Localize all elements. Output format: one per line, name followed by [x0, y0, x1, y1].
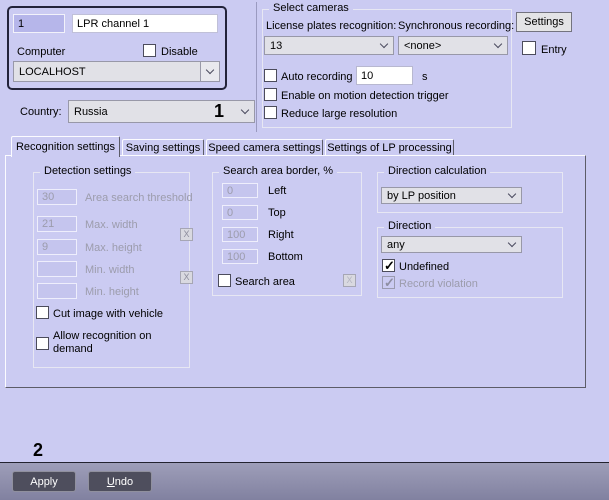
record-violation-label: Record violation — [399, 278, 478, 290]
combo-arrow-button[interactable] — [200, 62, 219, 81]
border-left-input — [222, 183, 258, 198]
allow-recognition-label: Allow recognition on demand — [53, 330, 152, 355]
area-search-threshold-input — [37, 189, 77, 205]
top-section-divider — [256, 2, 257, 132]
chevron-down-icon — [205, 65, 215, 75]
cut-image-checkbox[interactable] — [36, 306, 49, 319]
footer-bar: Apply Undo — [0, 462, 609, 500]
apply-button[interactable]: Apply — [12, 471, 76, 492]
motion-trigger-checkbox[interactable] — [264, 88, 277, 101]
chevron-down-icon — [507, 238, 517, 248]
undefined-checkbox[interactable] — [382, 258, 395, 274]
clear-max-size-button[interactable]: X — [180, 228, 193, 241]
lpr-channel-settings-window: Computer Disable LOCALHOST Country: Russ… — [0, 0, 609, 500]
border-bottom-label: Bottom — [268, 251, 303, 263]
chevron-down-icon — [240, 105, 250, 115]
computer-select[interactable]: LOCALHOST — [13, 61, 220, 82]
apply-button-label: Apply — [30, 475, 58, 488]
cut-image-label: Cut image with vehicle — [53, 308, 164, 320]
chevron-down-icon — [493, 39, 503, 49]
annotation-step-1: 1 — [214, 101, 225, 121]
direction-calculation-select[interactable]: by LP position — [381, 187, 522, 204]
border-top-label: Top — [268, 207, 286, 219]
max-width-input — [37, 216, 77, 232]
annotation-step-2: 2 — [33, 440, 44, 460]
border-right-input — [222, 227, 258, 242]
undefined-label: Undefined — [399, 261, 450, 273]
lpr-recognition-label: License plates recognition: — [266, 20, 397, 32]
channel-name-input[interactable] — [72, 14, 218, 33]
min-width-label: Min. width — [85, 264, 135, 276]
border-left-label: Left — [268, 185, 287, 197]
max-height-input — [37, 239, 77, 255]
computer-label: Computer — [17, 46, 66, 58]
auto-recording-checkbox[interactable] — [264, 69, 277, 82]
search-area-title: Search area border, % — [219, 165, 338, 178]
sync-recording-value: <none> — [404, 39, 442, 52]
computer-select-value: LOCALHOST — [19, 65, 86, 78]
auto-recording-label: Auto recording — [281, 71, 353, 83]
search-area-label: Search area — [235, 276, 295, 288]
sync-recording-label: Synchronous recording: — [398, 20, 515, 32]
lpr-recognition-select[interactable]: 13 — [264, 36, 394, 55]
border-top-input — [222, 205, 258, 220]
chevron-down-icon — [379, 39, 389, 49]
country-select[interactable]: Russia — [68, 100, 255, 123]
settings-button[interactable]: Settings — [516, 12, 572, 32]
record-violation-checkbox — [382, 275, 395, 291]
direction-calculation-title: Direction calculation — [384, 165, 491, 178]
max-height-label: Max. height — [85, 242, 142, 254]
detection-settings-title: Detection settings — [40, 165, 136, 178]
auto-recording-seconds-input[interactable] — [356, 66, 413, 85]
lpr-recognition-value: 13 — [270, 39, 283, 52]
entry-checkbox[interactable] — [522, 41, 536, 55]
tab-recognition-settings[interactable]: Recognition settings — [11, 136, 120, 157]
direction-title: Direction — [384, 220, 436, 233]
motion-trigger-label: Enable on motion detection trigger — [281, 90, 449, 102]
direction-calculation-value: by LP position — [387, 189, 456, 202]
entry-label: Entry — [541, 44, 567, 56]
min-width-input — [37, 261, 77, 277]
channel-id-input[interactable] — [13, 14, 65, 33]
country-label: Country: — [20, 106, 62, 118]
select-cameras-title: Select cameras — [269, 2, 353, 15]
settings-button-label: Settings — [524, 16, 564, 28]
chevron-down-icon — [507, 189, 517, 199]
clear-min-size-button[interactable]: X — [180, 271, 193, 284]
tab-speed-camera-settings[interactable]: Speed camera settings — [206, 139, 323, 156]
area-search-threshold-label: Area search threshold — [85, 192, 193, 204]
border-right-label: Right — [268, 229, 294, 241]
disable-checkbox[interactable] — [143, 44, 156, 57]
tab-lp-processing-settings[interactable]: Settings of LP processing — [325, 139, 454, 156]
seconds-unit-label: s — [422, 71, 428, 83]
tab-saving-settings[interactable]: Saving settings — [122, 139, 204, 156]
min-height-input — [37, 283, 77, 299]
min-height-label: Min. height — [85, 286, 139, 298]
undo-button-label: Undo — [106, 475, 134, 488]
reduce-resolution-checkbox[interactable] — [264, 106, 277, 119]
max-width-label: Max. width — [85, 219, 138, 231]
border-bottom-input — [222, 249, 258, 264]
undo-button[interactable]: Undo — [88, 471, 152, 492]
clear-search-area-button: X — [343, 274, 356, 287]
sync-recording-select[interactable]: <none> — [398, 36, 508, 55]
direction-value: any — [387, 238, 405, 251]
reduce-resolution-label: Reduce large resolution — [281, 108, 398, 120]
direction-select[interactable]: any — [381, 236, 522, 253]
allow-recognition-checkbox[interactable] — [36, 337, 49, 350]
disable-label: Disable — [161, 46, 198, 58]
search-area-checkbox[interactable] — [218, 274, 231, 287]
